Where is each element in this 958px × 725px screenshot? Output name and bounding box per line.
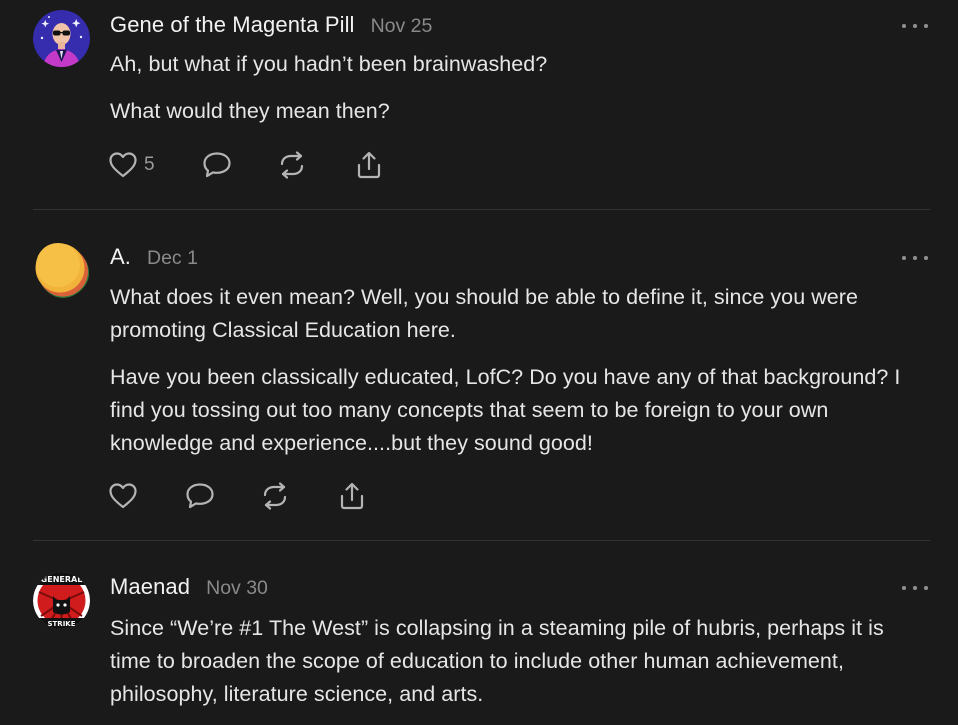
like-button[interactable]: 5: [108, 149, 155, 181]
share-icon: [337, 481, 367, 511]
speech-bubble-icon: [201, 150, 233, 180]
comment-date[interactable]: Nov 30: [206, 577, 268, 600]
share-button[interactable]: [354, 149, 384, 181]
restack-button[interactable]: [277, 149, 307, 181]
comment-body: Since “We’re #1 The West” is collapsing …: [110, 612, 930, 725]
avatar[interactable]: [33, 10, 90, 67]
speech-bubble-icon: [184, 481, 216, 511]
restack-icon: [277, 150, 307, 180]
author-name[interactable]: A.: [110, 244, 131, 270]
comment-divider: [33, 209, 930, 210]
avatar[interactable]: GENERAL STRIKE: [33, 572, 90, 629]
like-count: 5: [144, 154, 155, 175]
comment-date[interactable]: Dec 1: [147, 247, 198, 270]
comment-paragraph: Ah, but what if you hadn’t been brainwas…: [110, 52, 548, 76]
comment-paragraph: What would they mean then?: [110, 99, 390, 123]
reply-button[interactable]: [201, 149, 233, 181]
avatar[interactable]: [33, 241, 90, 298]
comment-paragraph: Have you been classically educated, LofC…: [110, 365, 901, 455]
more-dots-icon[interactable]: [902, 253, 928, 263]
comment-body: What does it even mean? Well, you should…: [110, 281, 930, 474]
heart-icon: [108, 151, 138, 179]
comment-date[interactable]: Nov 25: [371, 15, 433, 38]
author-name[interactable]: Maenad: [110, 574, 190, 600]
more-dots-icon[interactable]: [902, 21, 928, 31]
comment-body: Ah, but what if you hadn’t been brainwas…: [110, 48, 930, 142]
restack-button[interactable]: [260, 480, 290, 512]
restack-icon: [260, 481, 290, 511]
like-button[interactable]: [108, 480, 138, 512]
reply-button[interactable]: [184, 480, 216, 512]
avatar-text-top: GENERAL: [41, 575, 83, 584]
comment-paragraph: What does it even mean? Well, you should…: [110, 285, 859, 342]
share-button[interactable]: [337, 480, 367, 512]
comment-paragraph: Since “We’re #1 The West” is collapsing …: [110, 616, 884, 706]
avatar-text-bottom: STRIKE: [47, 620, 75, 628]
more-dots-icon[interactable]: [902, 583, 928, 593]
author-name[interactable]: Gene of the Magenta Pill: [110, 12, 355, 38]
heart-icon: [108, 482, 138, 510]
share-icon: [354, 150, 384, 180]
comment-divider: [33, 540, 930, 541]
